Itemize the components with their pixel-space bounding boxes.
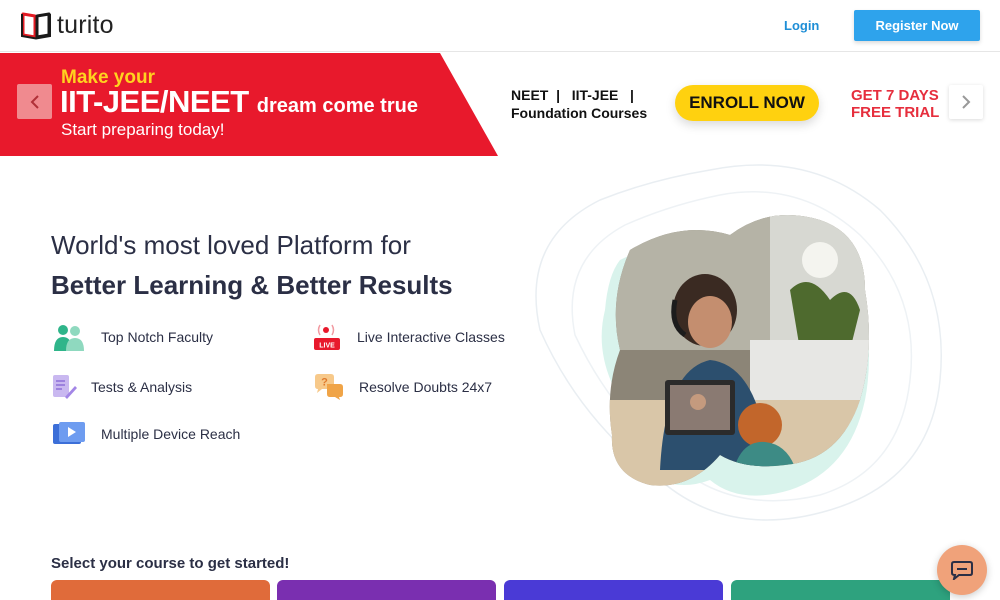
feature-top-notch-faculty: Top Notch Faculty [51, 322, 213, 352]
student-photo [609, 215, 869, 486]
banner-prev-button[interactable] [17, 84, 52, 119]
turito-logo[interactable]: turito [20, 10, 114, 40]
doubts-icon: ? [315, 374, 343, 400]
course-card-1[interactable] [51, 580, 270, 600]
feature-label: Multiple Device Reach [101, 426, 241, 442]
banner-exam-names: IIT-JEE/NEET [60, 84, 249, 119]
courses-line-1: NEET | IIT-JEE | [511, 87, 634, 103]
free-trial-text[interactable]: GET 7 DAYS FREE TRIAL [851, 87, 939, 121]
device-icon [53, 422, 85, 444]
faculty-icon [54, 325, 84, 351]
feature-label: Live Interactive Classes [357, 329, 505, 345]
select-course-heading: Select your course to get started! [51, 555, 290, 572]
hero-heading-line-1: World's most loved Platform for [51, 230, 411, 260]
feature-tests-analysis: Tests & Analysis [51, 373, 192, 401]
chat-widget-button[interactable] [937, 545, 987, 595]
courses-line-2: Foundation Courses [511, 105, 648, 121]
hero-illustration [535, 164, 942, 521]
feature-label: Top Notch Faculty [101, 329, 214, 345]
chevron-right-icon [962, 95, 971, 109]
logo-text: turito [57, 10, 114, 39]
login-link[interactable]: Login [784, 18, 819, 33]
register-now-button[interactable]: Register Now [854, 10, 980, 41]
chevron-left-icon [30, 94, 39, 109]
top-header: turito Login Register Now [0, 0, 1000, 52]
trial-line-1: GET 7 DAYS [851, 87, 939, 104]
course-card-3[interactable] [504, 580, 723, 600]
promo-banner[interactable]: Make your IIT-JEE/NEET dream come true S… [0, 53, 1000, 156]
course-card-2[interactable] [277, 580, 496, 600]
banner-subline: Start preparing today! [61, 120, 225, 139]
live-icon: LIVE [314, 324, 340, 350]
tests-icon [53, 375, 77, 399]
banner-headline: IIT-JEE/NEET dream come true [60, 84, 418, 120]
book-logo-icon [21, 12, 51, 40]
enroll-now-button[interactable]: ENROLL NOW [675, 85, 819, 121]
banner-courses: NEET | IIT-JEE | Foundation Courses [511, 86, 647, 122]
trial-line-2: FREE TRIAL [851, 104, 940, 121]
feature-label: Resolve Doubts 24x7 [359, 379, 493, 395]
feature-resolve-doubts: ? Resolve Doubts 24x7 [313, 373, 492, 401]
course-card-4[interactable] [731, 580, 950, 600]
feature-multiple-device-reach: Multiple Device Reach [51, 420, 240, 448]
banner-dream-text: dream come true [256, 95, 418, 117]
live-badge: LIVE [319, 343, 335, 350]
feature-live-interactive-classes: LIVE Live Interactive Classes [313, 322, 505, 352]
feature-label: Tests & Analysis [91, 379, 193, 395]
hero-heading-line-2: Better Learning & Better Results [51, 270, 453, 300]
banner-next-button[interactable] [949, 85, 983, 119]
chat-bubble-icon [951, 561, 973, 580]
